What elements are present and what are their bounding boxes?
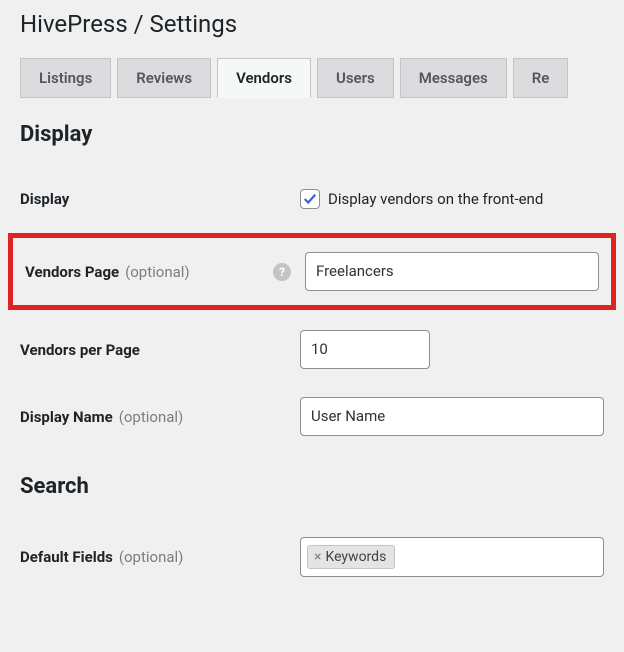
row-vendors-page: Vendors Page (optional) ? Freelancers <box>8 233 616 310</box>
field-default-fields: × Keywords <box>300 537 604 577</box>
label-default-fields-optional: (optional) <box>119 548 184 566</box>
row-vendors-per-page: Vendors per Page <box>0 316 624 383</box>
tag-remove-icon[interactable]: × <box>314 550 321 564</box>
select-display-name[interactable]: User Name <box>300 397 604 436</box>
label-display-name-text: Display Name <box>20 408 113 426</box>
tab-vendors[interactable]: Vendors <box>217 58 311 98</box>
check-icon <box>303 192 317 206</box>
tag-keywords: × Keywords <box>307 545 395 569</box>
checkbox-label-display: Display vendors on the front-end <box>328 190 543 208</box>
tab-users[interactable]: Users <box>317 58 394 98</box>
tag-keywords-label: Keywords <box>325 549 386 565</box>
section-search-heading: Search <box>0 450 624 523</box>
label-display-name-optional: (optional) <box>119 408 184 426</box>
label-vendors-per-page: Vendors per Page <box>20 341 300 359</box>
checkbox-display-vendors[interactable] <box>300 189 320 209</box>
row-display: Display Display vendors on the front-end <box>0 171 624 227</box>
row-display-name: Display Name (optional) User Name <box>0 383 624 450</box>
tab-messages[interactable]: Messages <box>400 58 507 98</box>
tab-reviews[interactable]: Reviews <box>117 58 211 98</box>
label-display-name: Display Name (optional) <box>20 408 300 426</box>
label-vendors-per-page-text: Vendors per Page <box>20 341 140 359</box>
section-display-heading: Display <box>0 122 624 171</box>
tab-listings[interactable]: Listings <box>20 58 111 98</box>
field-display-name: User Name <box>300 397 604 436</box>
input-vendors-per-page[interactable] <box>300 330 430 369</box>
help-icon[interactable]: ? <box>273 263 291 281</box>
field-vendors-per-page <box>300 330 604 369</box>
tabs-nav: Listings Reviews Vendors Users Messages … <box>0 58 624 98</box>
tag-input-default-fields[interactable]: × Keywords <box>300 537 604 577</box>
label-default-fields-text: Default Fields <box>20 548 113 566</box>
field-display: Display vendors on the front-end <box>300 189 604 209</box>
select-vendors-page[interactable]: Freelancers <box>305 252 599 291</box>
page-title: HivePress / Settings <box>0 0 624 58</box>
label-vendors-page: Vendors Page (optional) ? <box>25 263 305 281</box>
field-vendors-page: Freelancers <box>305 252 599 291</box>
label-display-text: Display <box>20 190 69 208</box>
label-vendors-page-optional: (optional) <box>125 263 190 281</box>
tab-more[interactable]: Re <box>513 58 569 98</box>
label-vendors-page-text: Vendors Page <box>25 263 119 281</box>
label-display: Display <box>20 190 300 208</box>
row-default-fields: Default Fields (optional) × Keywords <box>0 523 624 591</box>
label-default-fields: Default Fields (optional) <box>20 548 300 566</box>
